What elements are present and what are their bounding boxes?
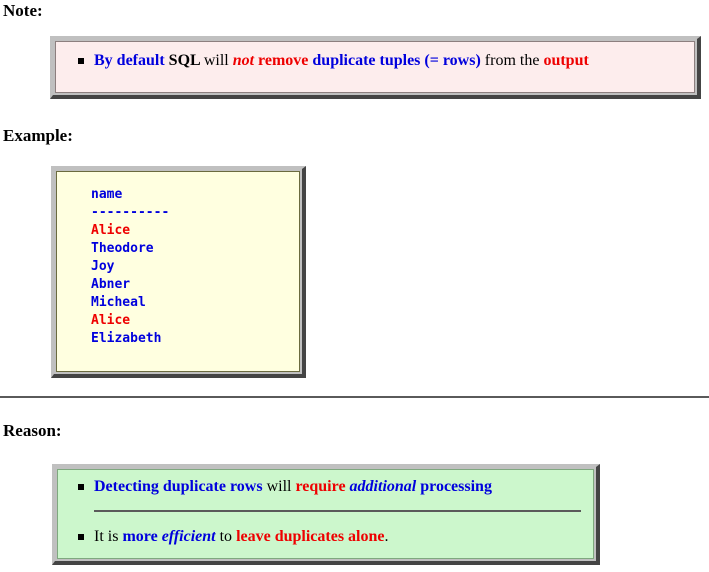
reason-bullet-list-top: Detecting duplicate rows will require ad… <box>66 476 585 498</box>
example-result-box: name ---------- Alice Theodore Joy Abner… <box>51 166 306 378</box>
reason-run-0: Detecting duplicate rows will require ad… <box>94 478 492 495</box>
section-divider <box>0 396 709 398</box>
reason-2-text-run-4: leave duplicates alone <box>236 527 385 545</box>
reason-1-text-run-1: will <box>266 478 296 495</box>
note-bullet-item: By default SQL will not remove duplicate… <box>66 50 684 72</box>
reason-2-text-run-0: It is <box>94 527 123 545</box>
reason-bullet-item-1: Detecting duplicate rows will require ad… <box>66 476 585 498</box>
note-callout-box: By default SQL will not remove duplicate… <box>50 36 701 99</box>
example-heading: Example: <box>3 126 73 145</box>
note-text-run-7: output <box>543 52 589 69</box>
result-row: Theodore <box>91 240 154 256</box>
reason-heading: Reason: <box>3 421 62 440</box>
reason-bullet-list-bottom: It is more efficient to leave duplicates… <box>66 526 585 548</box>
result-rows: Alice Theodore Joy Abner Micheal Alice E… <box>91 223 161 346</box>
reason-2-text-run-3: to <box>219 527 237 545</box>
note-text-run-3: not <box>232 52 259 69</box>
note-text-run-2: will <box>203 52 233 69</box>
result-column-header: name <box>91 187 123 202</box>
reason-2-text-run-2: efficient <box>161 527 220 545</box>
reason-bullet-item-2: It is more efficient to leave duplicates… <box>66 526 585 548</box>
reason-callout-inner: Detecting duplicate rows will require ad… <box>57 469 594 559</box>
result-row: Micheal <box>91 294 146 310</box>
reason-2-text-run-1: more <box>122 527 162 545</box>
note-text-run-4: remove <box>258 52 313 69</box>
result-separator: ---------- <box>91 204 170 220</box>
result-row: Elizabeth <box>91 330 162 346</box>
example-result-inner: name ---------- Alice Theodore Joy Abner… <box>56 171 300 372</box>
note-heading: Note: <box>3 1 43 20</box>
reason-1-text-run-0: Detecting duplicate rows <box>94 478 267 495</box>
note-callout-inner: By default SQL will not remove duplicate… <box>55 41 695 93</box>
reason-callout-box: Detecting duplicate rows will require ad… <box>52 464 600 565</box>
note-text-run-1: SQL <box>168 52 204 69</box>
result-listing: name ---------- Alice Theodore Joy Abner… <box>67 186 289 347</box>
note-run-0: By default SQL will not remove duplicate… <box>94 52 589 69</box>
reason-2-text-run-5: . <box>384 527 389 545</box>
result-row: Alice <box>91 312 131 328</box>
note-text-run-6: from the <box>484 52 544 69</box>
page-root: Note: By default SQL will not remove dup… <box>0 0 709 572</box>
reason-1-text-run-2: require <box>295 478 350 495</box>
note-bullet-list: By default SQL will not remove duplicate… <box>66 50 684 72</box>
result-row: Alice <box>91 222 131 238</box>
result-row: Joy <box>91 258 115 274</box>
note-text-run-0: By default <box>94 52 169 69</box>
note-text-run-5: duplicate tuples (= rows) <box>312 52 485 69</box>
reason-1-text-run-4: processing <box>420 478 492 495</box>
result-row: Abner <box>91 276 131 292</box>
reason-1-text-run-3: additional <box>349 478 421 495</box>
reason-inner-divider <box>94 509 581 512</box>
reason-run-1: It is more efficient to leave duplicates… <box>94 528 389 545</box>
